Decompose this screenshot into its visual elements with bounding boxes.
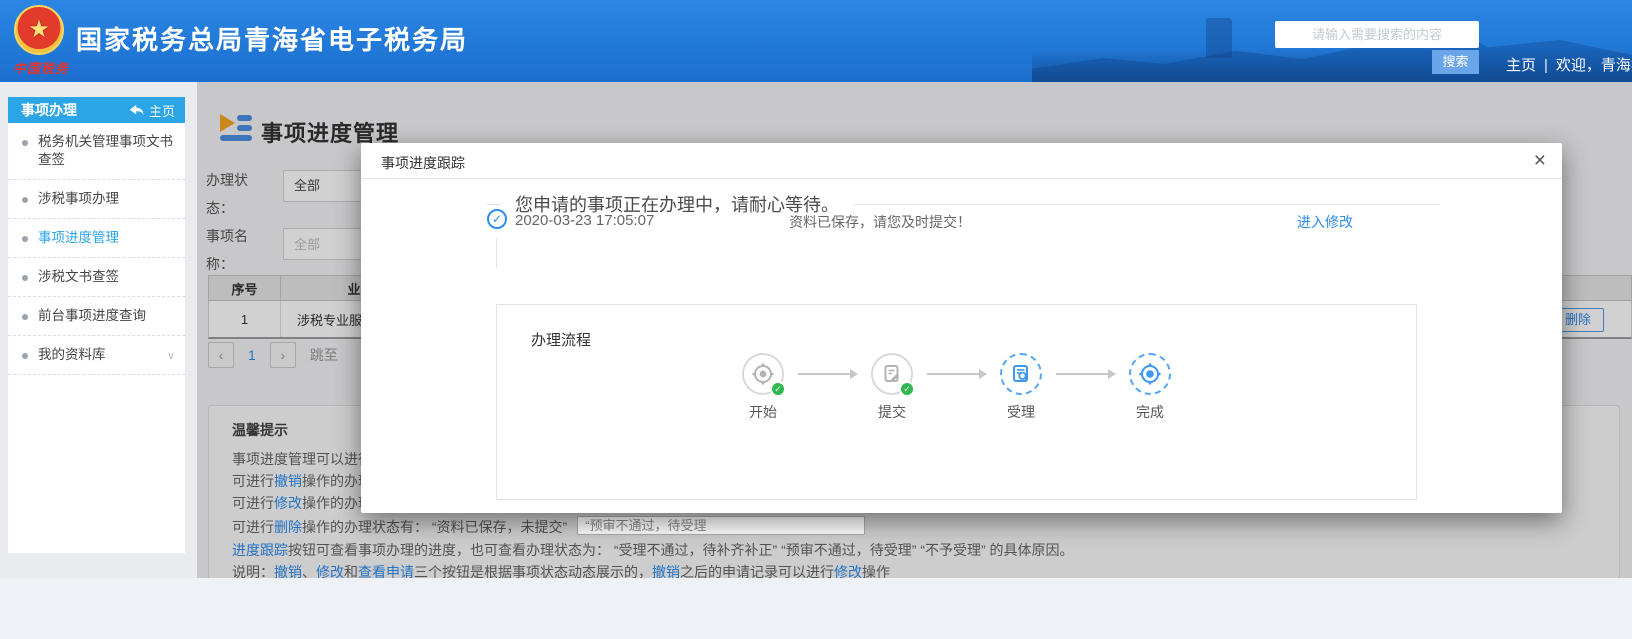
enter-modify-link[interactable]: 进入修改 xyxy=(1297,212,1353,232)
sidebar-home-link[interactable]: 主页 xyxy=(129,101,175,120)
step-label: 开始 xyxy=(749,404,777,420)
timeline-connector xyxy=(496,238,497,268)
progress-tracking-modal: 事项进度跟踪 × 您申请的事项正在办理中，请耐心等待。 ✓ 2020-03-23… xyxy=(361,143,1562,513)
search-input[interactable] xyxy=(1275,21,1479,48)
welcome-text: 欢迎，青海羚 xyxy=(1555,57,1632,74)
back-arrow-icon xyxy=(129,104,144,115)
site-title: 国家税务总局青海省电子税务局 xyxy=(76,25,469,55)
sidebar-menu: 税务机关管理事项文书查签 涉税事项办理 事项进度管理 涉税文书查签 前台事项进度… xyxy=(8,123,185,375)
close-icon[interactable]: × xyxy=(1534,148,1546,174)
timeline-timestamp: 2020-03-23 17:05:07 xyxy=(515,212,655,229)
flow-title: 办理流程 xyxy=(531,332,592,349)
sidebar-item-document-check[interactable]: 税务机关管理事项文书查签 xyxy=(8,123,185,180)
step-label: 完成 xyxy=(1136,404,1164,420)
page-footer xyxy=(0,578,1632,639)
flow-arrow-icon xyxy=(1056,353,1116,395)
search-button[interactable]: 搜索 xyxy=(1432,50,1479,74)
chevron-down-icon: ∨ xyxy=(166,350,175,362)
header: ★ 中国税务 国家税务总局青海省电子税务局 搜索 主页 | 欢迎，青海羚 xyxy=(0,0,1632,82)
sidebar-home-label: 主页 xyxy=(148,103,175,119)
home-link[interactable]: 主页 xyxy=(1506,57,1536,74)
national-emblem-logo: ★ xyxy=(14,5,64,55)
review-document-icon xyxy=(1013,365,1028,382)
emblem-star-icon: ★ xyxy=(28,16,50,43)
sidebar-title: 事项办理 xyxy=(21,102,77,118)
target-icon xyxy=(752,363,774,385)
sidebar: 事项办理 主页 税务机关管理事项文书查签 涉税事项办理 事项进度管理 涉税文书查… xyxy=(8,97,185,553)
sidebar-item-my-library[interactable]: 我的资料库 ∨ xyxy=(8,336,185,375)
step-accept: 受理 xyxy=(986,353,1056,422)
sidebar-item-tax-doc-check[interactable]: 涉税文书查签 xyxy=(8,258,185,297)
sidebar-item-tax-matters[interactable]: 涉税事项办理 xyxy=(8,180,185,219)
check-circle-icon: ✓ xyxy=(487,209,507,229)
step-start: ✓ 开始 xyxy=(728,353,798,422)
process-flow-box: 办理流程 ✓ 开始 ✓ 提交 受理 完成 xyxy=(496,304,1417,500)
flow-steps: ✓ 开始 ✓ 提交 受理 完成 xyxy=(497,353,1416,422)
modal-titlebar: 事项进度跟踪 × xyxy=(361,143,1562,179)
modal-title: 事项进度跟踪 xyxy=(381,155,465,171)
timeline-status: 资料已保存，请您及时提交！ xyxy=(789,214,971,230)
logo-caption: 中国税务 xyxy=(12,61,69,76)
step-label: 受理 xyxy=(1007,404,1035,420)
step-done-badge: ✓ xyxy=(770,381,786,397)
sidebar-header: 事项办理 主页 xyxy=(8,97,185,123)
header-links: 主页 | 欢迎，青海羚 xyxy=(1506,54,1632,75)
step-done-badge: ✓ xyxy=(899,381,915,397)
sidebar-item-progress-management[interactable]: 事项进度管理 xyxy=(8,219,185,258)
flow-arrow-icon xyxy=(927,353,987,395)
sidebar-item-front-desk-query[interactable]: 前台事项进度查询 xyxy=(8,297,185,336)
target-icon xyxy=(1139,363,1161,385)
status-option-box: “预审不通过，待受理 xyxy=(577,516,866,535)
edit-document-icon xyxy=(884,365,899,382)
step-complete: 完成 xyxy=(1115,353,1185,422)
link-separator: | xyxy=(1544,57,1548,74)
step-submit: ✓ 提交 xyxy=(857,353,927,422)
step-label: 提交 xyxy=(878,404,906,420)
app-root: ★ 中国税务 国家税务总局青海省电子税务局 搜索 主页 | 欢迎，青海羚 事项办理 … xyxy=(0,0,1632,639)
flow-arrow-icon xyxy=(798,353,858,395)
